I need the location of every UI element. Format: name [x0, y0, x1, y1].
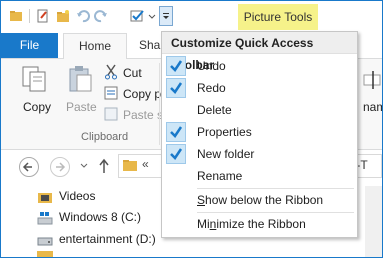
drive-icon [37, 237, 53, 246]
cut-icon[interactable] [104, 64, 118, 80]
properties-check-icon[interactable] [130, 9, 146, 23]
undo-icon[interactable] [76, 9, 90, 23]
paste-icon[interactable] [65, 64, 95, 94]
chevron-down-icon[interactable] [148, 9, 156, 23]
menu-item-properties[interactable]: Properties [162, 121, 357, 143]
rename-button-label[interactable]: name [363, 100, 382, 114]
new-folder-checkmark-box [166, 144, 186, 164]
ribbon-group-divider [159, 63, 160, 145]
forward-button[interactable] [50, 157, 70, 177]
menu-title: Customize Quick Access Toolbar [162, 32, 357, 72]
undo-checkmark-box [166, 56, 186, 76]
back-arrow-icon [22, 162, 32, 172]
copy-path-icon[interactable] [104, 86, 118, 100]
menu-item-show-below-ribbon[interactable]: Show below the Ribbon [162, 189, 357, 211]
qat-separator [29, 9, 30, 23]
menu-item-label: Rename [197, 169, 243, 183]
tab-file[interactable]: File [1, 33, 58, 58]
menu-item-undo[interactable]: Undo [162, 55, 357, 77]
forward-arrow-icon [56, 162, 66, 172]
menu-item-label: Properties [197, 125, 252, 139]
tree-item-partial[interactable] [37, 251, 53, 257]
label-prefix: Mi [197, 217, 210, 231]
tree-item-label: Videos [59, 189, 96, 203]
cut-button-label[interactable]: Cut [123, 66, 142, 80]
mnemonic-letter: S [197, 193, 206, 207]
copy-icon[interactable] [19, 64, 49, 94]
checkmark-icon [170, 60, 183, 72]
clipboard-group-label: Clipboard [81, 131, 129, 143]
menu-item-delete[interactable]: Delete [162, 99, 357, 121]
tree-item-windows8-drive[interactable]: Windows 8 (C:) [37, 207, 141, 227]
menu-item-label: New folder [197, 147, 255, 161]
checkmark-icon [170, 148, 183, 160]
properties-checkmark-box [166, 122, 186, 142]
new-folder-icon[interactable] [56, 9, 70, 23]
menu-item-redo[interactable]: Redo [162, 77, 357, 99]
customize-dropdown-icon [163, 13, 169, 19]
paste-shortcut-icon[interactable] [104, 107, 118, 121]
menu-item-label: Delete [197, 103, 232, 117]
menu-item-new-folder[interactable]: New folder [162, 143, 357, 165]
tree-item-label: entertainment (D:) [59, 232, 156, 246]
windows-drive-icon [37, 211, 53, 225]
redo-icon[interactable] [94, 9, 108, 23]
window-folder-icon[interactable] [9, 9, 23, 23]
tree-item-label: Windows 8 (C:) [59, 210, 142, 224]
checkmark-icon [170, 126, 183, 138]
video-folder-icon [38, 192, 52, 203]
address-folder-icon [123, 160, 137, 171]
tab-home[interactable]: Home [63, 33, 127, 59]
paste-button-label[interactable]: Paste [66, 100, 97, 114]
address-overflow-chevron[interactable]: « [142, 157, 149, 171]
explorer-window: Picture Tools File Home Shar Copy Paste … [0, 0, 383, 258]
vertical-scrollbar[interactable] [365, 186, 382, 257]
tree-item-entertainment-drive[interactable]: entertainment (D:) [37, 229, 156, 249]
tree-item-videos[interactable]: Videos [37, 186, 95, 206]
rename-icon[interactable] [363, 69, 381, 91]
redo-checkmark-box [166, 78, 186, 98]
menu-item-label: Undo [197, 59, 226, 73]
label-rest: how below the Ribbon [205, 193, 324, 207]
customize-qat-menu: Customize Quick Access Toolbar Undo Redo… [161, 31, 358, 238]
menu-item-label: Minimize the Ribbon [197, 213, 306, 235]
qat-customize-button[interactable] [159, 6, 173, 26]
back-button[interactable] [19, 157, 39, 177]
contextual-tab-picture-tools[interactable]: Picture Tools [238, 4, 318, 30]
up-arrow-icon[interactable] [98, 158, 110, 174]
menu-item-label: Redo [197, 81, 226, 95]
checkmark-icon [170, 82, 183, 94]
label-rest: imize the Ribbon [216, 217, 306, 231]
menu-item-minimize-ribbon[interactable]: Minimize the Ribbon [162, 213, 357, 235]
menu-item-rename[interactable]: Rename [162, 165, 357, 187]
recent-locations-chevron-icon[interactable] [80, 163, 88, 169]
properties-icon[interactable] [36, 9, 50, 23]
menu-item-label: Show below the Ribbon [197, 189, 323, 211]
copy-button-label[interactable]: Copy [23, 100, 51, 114]
